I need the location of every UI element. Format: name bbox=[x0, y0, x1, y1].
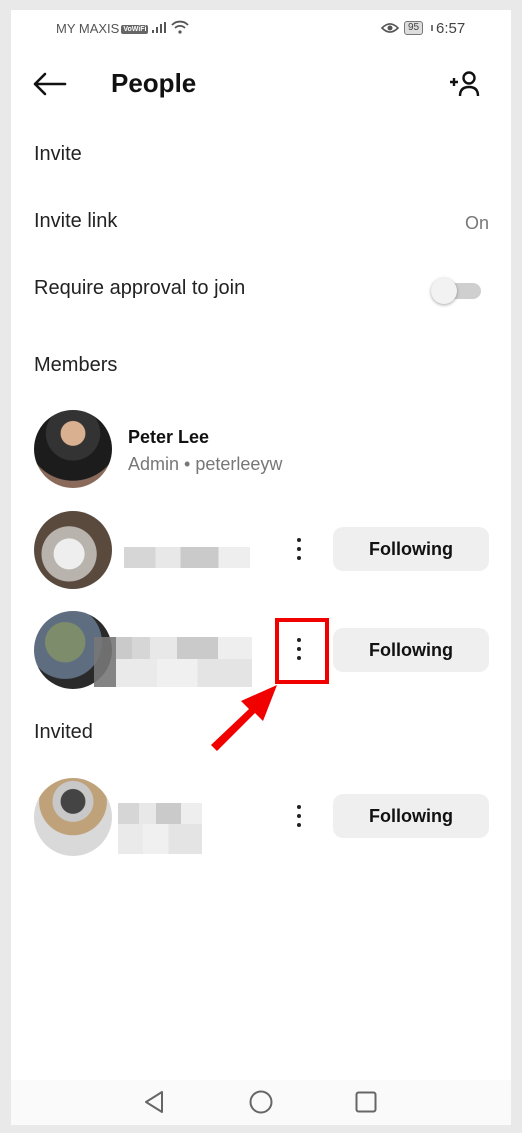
highlight-box bbox=[275, 618, 329, 684]
page-title: People bbox=[111, 68, 197, 98]
avatar[interactable] bbox=[34, 410, 112, 488]
members-heading: Members bbox=[34, 354, 118, 376]
invite-link-label[interactable]: Invite link bbox=[34, 210, 117, 233]
more-options-button[interactable] bbox=[287, 532, 311, 568]
invited-heading: Invited bbox=[34, 721, 93, 743]
invite-link-status[interactable]: On bbox=[465, 213, 489, 234]
navigation-bar bbox=[11, 1080, 511, 1125]
invite-heading: Invite bbox=[34, 143, 82, 165]
phone-screen: MY MAXIS VoWiFi 95 6:57 People Invite Inv… bbox=[11, 10, 511, 1125]
avatar[interactable] bbox=[34, 511, 112, 589]
blurred-name bbox=[118, 803, 202, 824]
arrow-left-icon[interactable] bbox=[31, 70, 67, 98]
blurred-name bbox=[124, 547, 250, 568]
blurred-name bbox=[118, 824, 202, 854]
member-name[interactable]: Peter Lee bbox=[128, 427, 209, 448]
nav-back-icon[interactable] bbox=[143, 1090, 165, 1114]
vowifi-badge: VoWiFi bbox=[121, 25, 149, 34]
battery-icon: 95 bbox=[404, 21, 424, 35]
nav-home-icon[interactable] bbox=[249, 1090, 273, 1114]
status-bar: MY MAXIS VoWiFi 95 6:57 bbox=[11, 10, 511, 46]
require-approval-toggle[interactable] bbox=[431, 278, 483, 304]
following-button[interactable]: Following bbox=[333, 527, 489, 571]
blurred-name bbox=[116, 637, 252, 659]
member-subtitle: Admin • peterleeyw bbox=[128, 454, 283, 474]
more-options-button[interactable] bbox=[287, 799, 311, 835]
signal-icon bbox=[152, 22, 166, 33]
require-approval-label: Require approval to join bbox=[34, 277, 246, 299]
eye-icon bbox=[381, 23, 399, 33]
carrier-label: MY MAXIS VoWiFi bbox=[56, 21, 149, 36]
clock: 6:57 bbox=[436, 20, 466, 37]
following-button[interactable]: Following bbox=[333, 628, 489, 672]
nav-recents-icon[interactable] bbox=[355, 1091, 377, 1113]
add-person-icon[interactable] bbox=[448, 68, 484, 100]
red-arrow-icon bbox=[211, 685, 277, 751]
wifi-icon bbox=[171, 20, 189, 34]
battery-tip bbox=[431, 25, 433, 31]
following-button[interactable]: Following bbox=[333, 794, 489, 838]
avatar[interactable] bbox=[34, 778, 112, 856]
toggle-knob bbox=[431, 278, 457, 304]
app-bar: People bbox=[11, 56, 511, 112]
